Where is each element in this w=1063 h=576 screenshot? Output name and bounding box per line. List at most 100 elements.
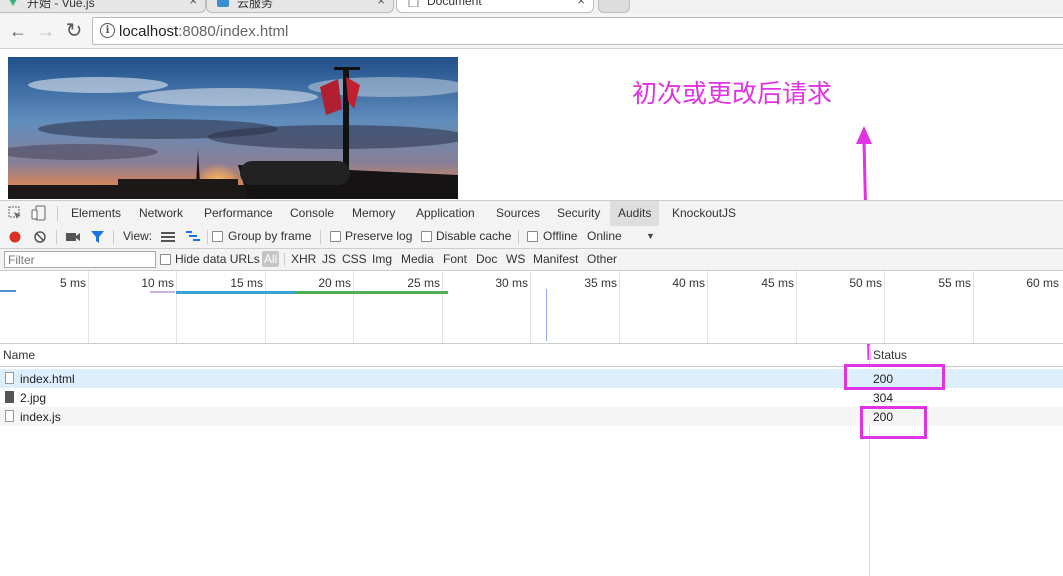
- dom-content-loaded-marker: [546, 289, 547, 341]
- tick-label: 10 ms: [141, 276, 174, 290]
- address-bar[interactable]: i localhost:8080/index.html: [92, 17, 1063, 45]
- chevron-down-icon[interactable]: ▼: [646, 231, 655, 241]
- timeline-gridline: [265, 271, 266, 343]
- clear-icon[interactable]: [34, 231, 46, 243]
- highlight-box: [844, 364, 945, 390]
- timeline-gridline: [619, 271, 620, 343]
- browser-tab-vuejs[interactable]: 开始 - Vue.js ×: [0, 0, 206, 13]
- waterfall-overview-icon[interactable]: [186, 231, 200, 243]
- throttling-select[interactable]: Online: [587, 229, 622, 243]
- tick-label: 55 ms: [938, 276, 971, 290]
- toolbar-divider: [320, 230, 321, 244]
- site-info-icon[interactable]: i: [100, 23, 115, 38]
- group-by-frame-checkbox[interactable]: [212, 231, 223, 242]
- tab-security[interactable]: Security: [549, 201, 608, 226]
- toolbar-divider: [57, 206, 58, 221]
- toolbar-divider: [207, 230, 208, 244]
- large-rows-icon[interactable]: [161, 232, 175, 242]
- tab-console[interactable]: Console: [282, 201, 342, 226]
- tab-elements[interactable]: Elements: [63, 201, 129, 226]
- type-filter-media[interactable]: Media: [401, 252, 434, 266]
- timeline-gridline: [88, 271, 89, 343]
- hide-data-urls-checkbox[interactable]: [160, 254, 171, 265]
- view-label: View:: [123, 229, 153, 243]
- tab-application[interactable]: Application: [408, 201, 483, 226]
- url-text: localhost:8080/index.html: [119, 23, 288, 40]
- filter-input[interactable]: [4, 251, 156, 268]
- type-filter-ws[interactable]: WS: [506, 252, 525, 266]
- request-bar-load: [296, 291, 448, 294]
- tick-label: 15 ms: [230, 276, 263, 290]
- type-filter-font[interactable]: Font: [443, 252, 467, 266]
- type-filter-xhr[interactable]: XHR: [291, 252, 316, 266]
- network-overview-timeline[interactable]: 5 ms 10 ms 15 ms 20 ms 25 ms 30 ms 35 ms…: [0, 271, 1063, 344]
- image-file-icon: [5, 391, 14, 403]
- request-bar-html: [0, 290, 16, 292]
- type-filter-other[interactable]: Other: [587, 252, 617, 266]
- tick-label: 45 ms: [761, 276, 794, 290]
- type-filter-js[interactable]: JS: [322, 252, 336, 266]
- table-row[interactable]: 2.jpg 304: [0, 388, 1063, 407]
- hide-data-urls-label: Hide data URLs: [175, 252, 260, 266]
- tab-performance[interactable]: Performance: [196, 201, 281, 226]
- capture-screenshots-icon[interactable]: [66, 232, 80, 242]
- browser-tab-cloud[interactable]: 云服务 ×: [206, 0, 394, 13]
- timeline-gridline: [353, 271, 354, 343]
- column-header-status[interactable]: Status: [873, 348, 907, 362]
- document-favicon-icon: [408, 0, 419, 7]
- preserve-log-checkbox[interactable]: [330, 231, 341, 242]
- back-button[interactable]: ←: [6, 19, 30, 43]
- tab-close-icon[interactable]: ×: [377, 0, 385, 8]
- inspect-element-icon[interactable]: [8, 206, 22, 220]
- toolbar-divider: [56, 230, 57, 244]
- timeline-gridline: [796, 271, 797, 343]
- disable-cache-checkbox[interactable]: [421, 231, 432, 242]
- timeline-gridline: [530, 271, 531, 343]
- tick-label: 5 ms: [59, 276, 86, 290]
- preserve-log-label: Preserve log: [345, 229, 413, 243]
- highlight-box: [860, 406, 927, 439]
- request-name: 2.jpg: [20, 391, 47, 405]
- timeline-gridline: [884, 271, 885, 343]
- tab-close-icon[interactable]: ×: [189, 0, 197, 8]
- timeline-gridline: [707, 271, 708, 343]
- timeline-gridline: [176, 271, 177, 343]
- tick-label: 35 ms: [584, 276, 617, 290]
- type-filter-manifest[interactable]: Manifest: [533, 252, 578, 266]
- reload-button[interactable]: ↻: [62, 19, 86, 43]
- request-status: 304: [873, 391, 894, 405]
- timeline-gridline: [442, 271, 443, 343]
- request-bar-js: [176, 291, 296, 294]
- tab-knockoutjs[interactable]: KnockoutJS: [664, 201, 744, 226]
- document-icon: [5, 372, 14, 384]
- tab-memory[interactable]: Memory: [344, 201, 403, 226]
- tick-label: 25 ms: [407, 276, 440, 290]
- forward-button[interactable]: →: [34, 19, 58, 43]
- filter-icon[interactable]: [91, 231, 104, 243]
- devtools-tab-bar: Elements Network Performance Console Mem…: [0, 200, 1063, 227]
- request-name: index.js: [20, 410, 61, 424]
- tab-sources[interactable]: Sources: [488, 201, 548, 226]
- column-header-name[interactable]: Name: [3, 348, 35, 362]
- tab-close-icon[interactable]: ×: [577, 0, 585, 8]
- tab-label: 云服务: [237, 0, 274, 10]
- device-toolbar-icon[interactable]: [31, 205, 47, 221]
- record-icon[interactable]: [9, 231, 21, 243]
- script-file-icon: [5, 410, 14, 422]
- url-path: :8080/index.html: [178, 23, 289, 40]
- offline-checkbox[interactable]: [527, 231, 538, 242]
- toolbar-divider: [284, 253, 285, 266]
- tab-network[interactable]: Network: [131, 201, 191, 226]
- url-host: localhost: [119, 23, 179, 40]
- tick-label: 50 ms: [849, 276, 882, 290]
- type-filter-img[interactable]: Img: [372, 252, 392, 266]
- toolbar-divider: [518, 230, 519, 244]
- tab-audits[interactable]: Audits: [610, 201, 660, 226]
- type-filter-doc[interactable]: Doc: [476, 252, 497, 266]
- type-filter-all[interactable]: All: [262, 251, 280, 267]
- type-filter-css[interactable]: CSS: [342, 252, 367, 266]
- toolbar-divider: [113, 230, 114, 244]
- tick-label: 40 ms: [672, 276, 705, 290]
- new-tab-button[interactable]: [598, 0, 630, 13]
- browser-tab-document[interactable]: Document ×: [396, 0, 594, 13]
